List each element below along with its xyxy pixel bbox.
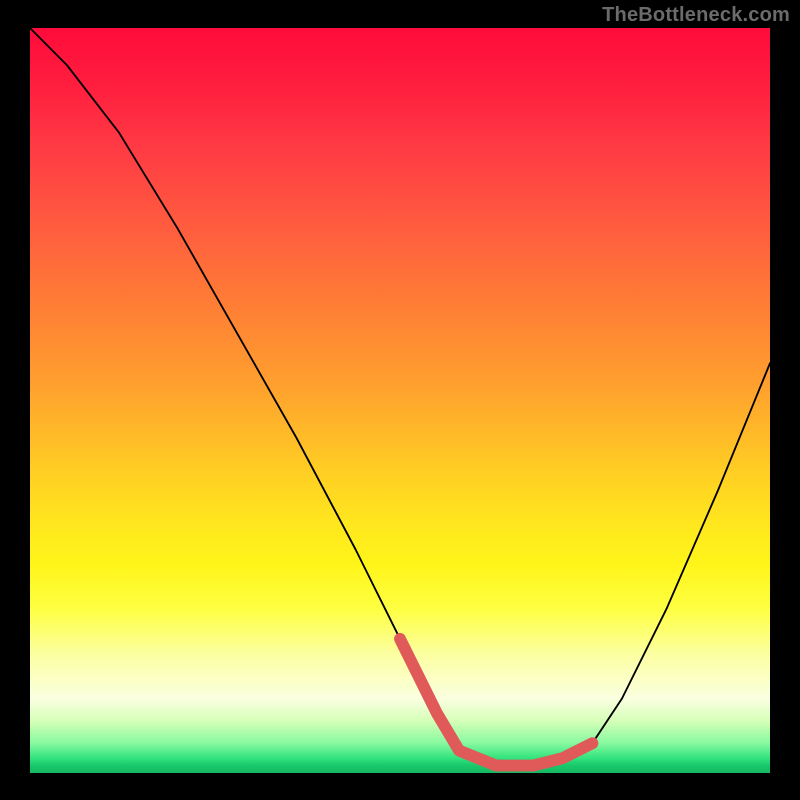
- bottleneck-curve: [30, 28, 770, 766]
- watermark-label: TheBottleneck.com: [602, 4, 790, 27]
- chart-stage: TheBottleneck.com: [0, 0, 800, 800]
- plot-area: [30, 28, 770, 773]
- optimal-range-marker: [400, 639, 592, 766]
- curve-layer: [30, 28, 770, 773]
